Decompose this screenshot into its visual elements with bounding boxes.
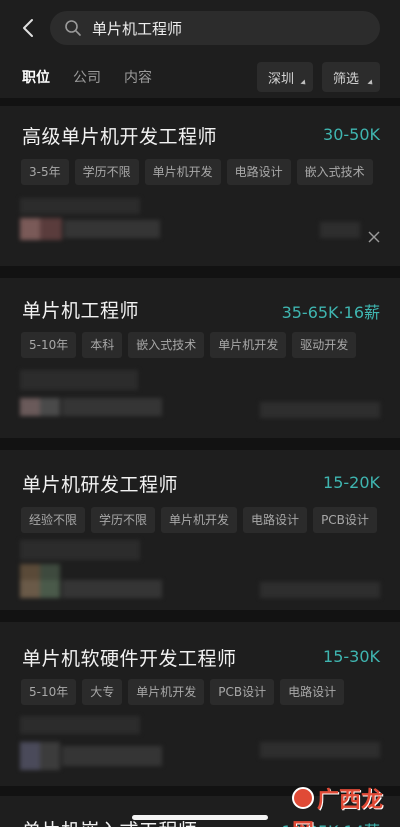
job-tag: 嵌入式技术 <box>296 159 373 185</box>
dropdown-triangle-icon <box>367 79 375 87</box>
job-tag: 学历不限 <box>74 159 139 185</box>
job-card[interactable]: 单片机工程师 35-65K·16薪 5-10年 本科 嵌入式技术 单片机开发 驱… <box>0 278 400 438</box>
screen-filter-label: 筛选 <box>333 72 360 87</box>
job-tag: 大专 <box>82 679 123 705</box>
watermark: 广西龙网 <box>292 782 400 827</box>
job-tag: 驱动开发 <box>292 332 357 358</box>
job-card[interactable]: 单片机软硬件开发工程师 15-30K 5-10年 大专 单片机开发 PCB设计 … <box>0 622 400 786</box>
job-salary: 15-30K <box>323 647 380 666</box>
blurred-recruiter-info <box>260 402 380 418</box>
job-tag: 学历不限 <box>91 507 156 533</box>
chevron-left-icon <box>23 19 33 37</box>
job-tag: 电路设计 <box>226 159 291 185</box>
job-tag: 本科 <box>82 332 123 358</box>
search-icon <box>65 20 81 36</box>
close-icon[interactable] <box>368 231 380 243</box>
job-tag: 单片机开发 <box>161 507 238 533</box>
tabs-bar: 职位 公司 内容 深圳 筛选 <box>0 56 400 98</box>
home-indicator[interactable] <box>132 815 268 820</box>
job-title: 单片机研发工程师 <box>22 474 179 496</box>
job-tag: 5-10年 <box>21 332 77 358</box>
city-filter-button[interactable]: 深圳 <box>257 62 313 92</box>
search-box[interactable] <box>50 11 380 45</box>
job-salary: 30-50K <box>323 125 380 144</box>
city-filter-label: 深圳 <box>268 72 295 87</box>
job-tags: 3-5年 学历不限 单片机开发 电路设计 嵌入式技术 <box>21 159 373 185</box>
job-tag: 3-5年 <box>21 159 69 185</box>
tab-companies[interactable]: 公司 <box>73 67 101 87</box>
job-tag: 电路设计 <box>243 507 308 533</box>
job-tag: 5-10年 <box>21 679 77 705</box>
tab-content[interactable]: 内容 <box>124 67 152 87</box>
job-card[interactable]: 高级单片机开发工程师 30-50K 3-5年 学历不限 单片机开发 电路设计 嵌… <box>0 106 400 266</box>
job-title: 单片机软硬件开发工程师 <box>22 648 237 670</box>
blurred-recruiter-info <box>260 742 380 758</box>
blurred-recruiter-info <box>260 582 380 598</box>
tab-jobs[interactable]: 职位 <box>22 67 50 87</box>
job-salary: 15-20K <box>323 473 380 492</box>
job-tag: PCB设计 <box>313 507 377 533</box>
job-tags: 经验不限 学历不限 单片机开发 电路设计 PCB设计 <box>21 507 377 533</box>
blurred-recruiter-info <box>320 222 360 238</box>
job-salary: 35-65K·16薪 <box>281 303 380 322</box>
blurred-recruiter-info <box>20 716 180 776</box>
screen-filter-button[interactable]: 筛选 <box>322 62 380 92</box>
blurred-recruiter-info <box>20 198 180 248</box>
job-tag: 单片机开发 <box>128 679 205 705</box>
job-title: 单片机工程师 <box>22 300 140 322</box>
back-button[interactable] <box>16 14 40 42</box>
job-title: 高级单片机开发工程师 <box>22 126 218 148</box>
job-tag: 嵌入式技术 <box>128 332 205 358</box>
top-bar <box>0 0 400 56</box>
job-tag: 单片机开发 <box>144 159 221 185</box>
job-tag: 单片机开发 <box>210 332 287 358</box>
job-tags: 5-10年 本科 嵌入式技术 单片机开发 驱动开发 <box>21 332 357 358</box>
blurred-recruiter-info <box>20 540 180 600</box>
job-tags: 5-10年 大专 单片机开发 PCB设计 电路设计 <box>21 679 345 705</box>
blurred-recruiter-info <box>20 370 180 422</box>
dropdown-triangle-icon <box>300 79 308 87</box>
job-tag: 电路设计 <box>280 679 345 705</box>
search-input[interactable] <box>92 11 362 45</box>
job-tag: PCB设计 <box>210 679 275 705</box>
job-tag: 经验不限 <box>21 507 86 533</box>
job-card[interactable]: 单片机研发工程师 15-20K 经验不限 学历不限 单片机开发 电路设计 PCB… <box>0 450 400 610</box>
watermark-logo-icon <box>292 787 314 809</box>
